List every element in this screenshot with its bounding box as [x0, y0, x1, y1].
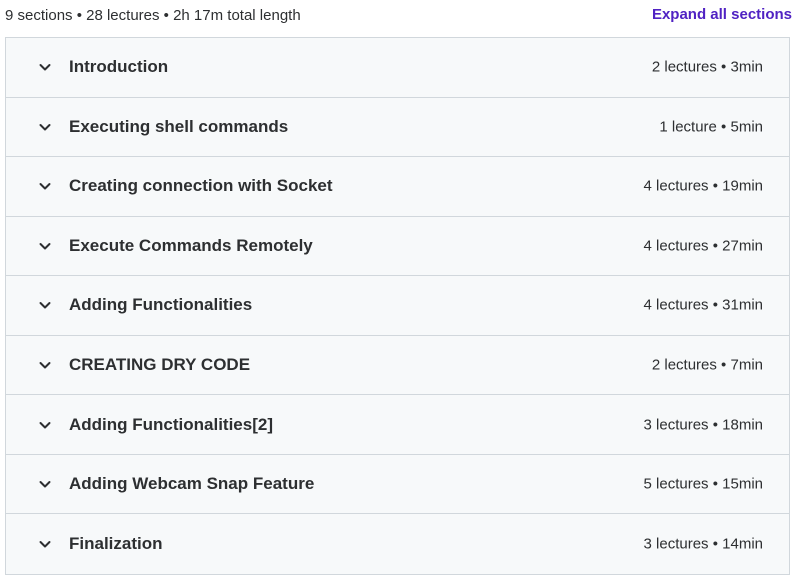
- section-list: Introduction 2 lectures • 3min Executing…: [5, 37, 790, 575]
- chevron-down-icon: [38, 120, 52, 134]
- section-meta: 4 lectures • 27min: [643, 237, 763, 255]
- chevron-down-icon: [38, 537, 52, 551]
- curriculum-header: 9 sections • 28 lectures • 2h 17m total …: [0, 0, 798, 34]
- section-row[interactable]: CREATING DRY CODE 2 lectures • 7min: [6, 335, 789, 396]
- section-meta: 3 lectures • 18min: [643, 416, 763, 434]
- section-title: Adding Functionalities[2]: [69, 414, 273, 434]
- section-row[interactable]: Adding Webcam Snap Feature 5 lectures • …: [6, 454, 789, 515]
- section-meta: 1 lecture • 5min: [659, 118, 763, 136]
- section-title: Finalization: [69, 534, 163, 554]
- chevron-down-icon: [38, 298, 52, 312]
- curriculum-summary: 9 sections • 28 lectures • 2h 17m total …: [5, 7, 301, 24]
- chevron-down-icon: [38, 179, 52, 193]
- section-title: Adding Webcam Snap Feature: [69, 474, 315, 494]
- expand-all-sections-button[interactable]: Expand all sections: [652, 6, 792, 23]
- section-meta: 2 lectures • 3min: [651, 58, 763, 76]
- section-row[interactable]: Finalization 3 lectures • 14min: [6, 514, 789, 574]
- chevron-down-icon: [38, 60, 52, 74]
- section-title: Adding Functionalities: [69, 295, 253, 315]
- section-meta: 3 lectures • 14min: [643, 535, 763, 553]
- section-title: Creating connection with Socket: [69, 176, 333, 196]
- section-meta: 4 lectures • 31min: [643, 296, 763, 314]
- chevron-down-icon: [38, 418, 52, 432]
- section-title: Execute Commands Remotely: [69, 235, 313, 255]
- section-meta: 4 lectures • 19min: [643, 177, 763, 195]
- chevron-down-icon: [38, 358, 52, 372]
- section-row[interactable]: Creating connection with Socket 4 lectur…: [6, 157, 789, 217]
- section-row[interactable]: Introduction 2 lectures • 3min: [6, 38, 789, 98]
- section-meta: 5 lectures • 15min: [643, 475, 763, 493]
- section-row[interactable]: Adding Functionalities[2] 3 lectures • 1…: [6, 395, 789, 455]
- section-meta: 2 lectures • 7min: [651, 356, 763, 374]
- chevron-down-icon: [38, 239, 52, 253]
- section-row[interactable]: Adding Functionalities 4 lectures • 31mi…: [6, 276, 789, 336]
- section-title: Executing shell commands: [69, 116, 289, 136]
- section-title: Introduction: [69, 57, 169, 77]
- section-row[interactable]: Executing shell commands 1 lecture • 5mi…: [6, 97, 789, 158]
- section-title: CREATING DRY CODE: [69, 355, 251, 374]
- chevron-down-icon: [38, 477, 52, 491]
- section-row[interactable]: Execute Commands Remotely 4 lectures • 2…: [6, 216, 789, 277]
